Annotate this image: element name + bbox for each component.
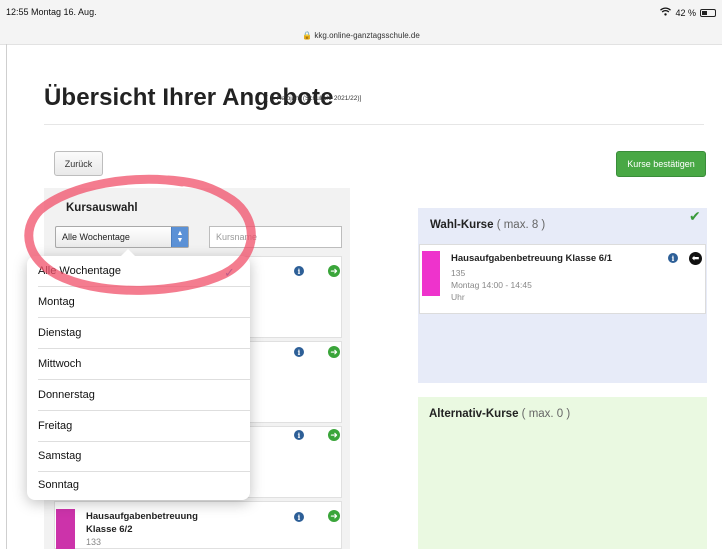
checkmark-icon: ✓ [224, 265, 235, 280]
heading-divider [44, 124, 704, 125]
alternative-courses-label: Alternativ-Kurse [429, 408, 519, 420]
battery-icon [700, 8, 716, 17]
add-arrow-icon[interactable]: ➜ [328, 429, 340, 441]
course-color-swatch [422, 251, 440, 296]
weekday-select[interactable]: Alle Wochentage ▲ ▼ [55, 226, 189, 248]
info-icon[interactable]: i [294, 512, 304, 522]
weekday-select-value: Alle Wochentage [62, 232, 130, 242]
weekday-option[interactable]: Sonntag [27, 470, 250, 500]
add-arrow-icon[interactable]: ➜ [328, 265, 340, 277]
weekday-option[interactable]: Montag [27, 287, 250, 317]
select-arrows-icon: ▲ ▼ [171, 227, 188, 247]
info-icon[interactable]: i [668, 253, 678, 263]
back-button[interactable]: Zurück [54, 151, 103, 176]
weekday-option[interactable]: Mittwoch [27, 349, 250, 379]
add-arrow-icon[interactable]: ➜ [328, 510, 340, 522]
weekday-option[interactable]: Donnerstag [27, 380, 250, 410]
address-bar[interactable]: 🔒 kkg.online-ganztagsschule.de [0, 31, 722, 40]
course-room: 133 [86, 537, 102, 547]
left-edge-divider [6, 44, 7, 549]
info-icon[interactable]: i [294, 430, 304, 440]
alternative-courses-title: Alternativ-Kurse ( max. 0 ) [429, 408, 570, 420]
checkmark-icon: ✔ [689, 208, 701, 224]
course-room: 135 [451, 268, 466, 278]
weekday-dropdown-menu: Alle Wochentage ✓ Montag Dienstag Mittwo… [27, 249, 250, 500]
url-text: kkg.online-ganztagsschule.de [314, 31, 420, 40]
remove-arrow-icon[interactable]: ⬅ [689, 252, 702, 265]
course-title: Hausaufgabenbetreuung Klasse 6/2 [86, 511, 198, 535]
elective-courses-label: Wahl-Kurse [430, 219, 494, 231]
status-indicators: 42 % [660, 7, 716, 18]
confirm-courses-button[interactable]: Kurse bestätigen [616, 151, 706, 177]
page-subtitle: [ 1. Halbjahr (Schuljahr 2021/22)] [266, 95, 362, 102]
course-time: Montag 14:00 - 14:45 [451, 280, 532, 290]
course-name-search-input[interactable] [209, 226, 342, 248]
alternative-courses-max: ( max. 0 ) [521, 408, 571, 420]
course-title: Hausaufgabenbetreuung Klasse 6/1 [451, 253, 613, 264]
weekday-option[interactable]: Samstag [27, 441, 250, 471]
elective-courses-title: Wahl-Kurse ( max. 8 ) [430, 219, 545, 231]
course-selection-title: Kursauswahl [66, 202, 138, 214]
wifi-icon [660, 7, 672, 18]
status-time-date: 12:55 Montag 16. Aug. [6, 7, 97, 17]
weekday-option[interactable]: Dienstag [27, 318, 250, 348]
course-color-swatch [56, 509, 75, 549]
add-arrow-icon[interactable]: ➜ [328, 346, 340, 358]
info-icon[interactable]: i [294, 347, 304, 357]
weekday-option[interactable]: Alle Wochentage [27, 256, 250, 286]
lock-icon: 🔒 [302, 31, 313, 40]
info-icon[interactable]: i [294, 266, 304, 276]
weekday-option[interactable]: Freitag [27, 411, 250, 441]
elective-courses-max: ( max. 8 ) [496, 219, 546, 231]
battery-percent: 42 % [675, 7, 696, 18]
course-time-unit: Uhr [451, 292, 465, 302]
